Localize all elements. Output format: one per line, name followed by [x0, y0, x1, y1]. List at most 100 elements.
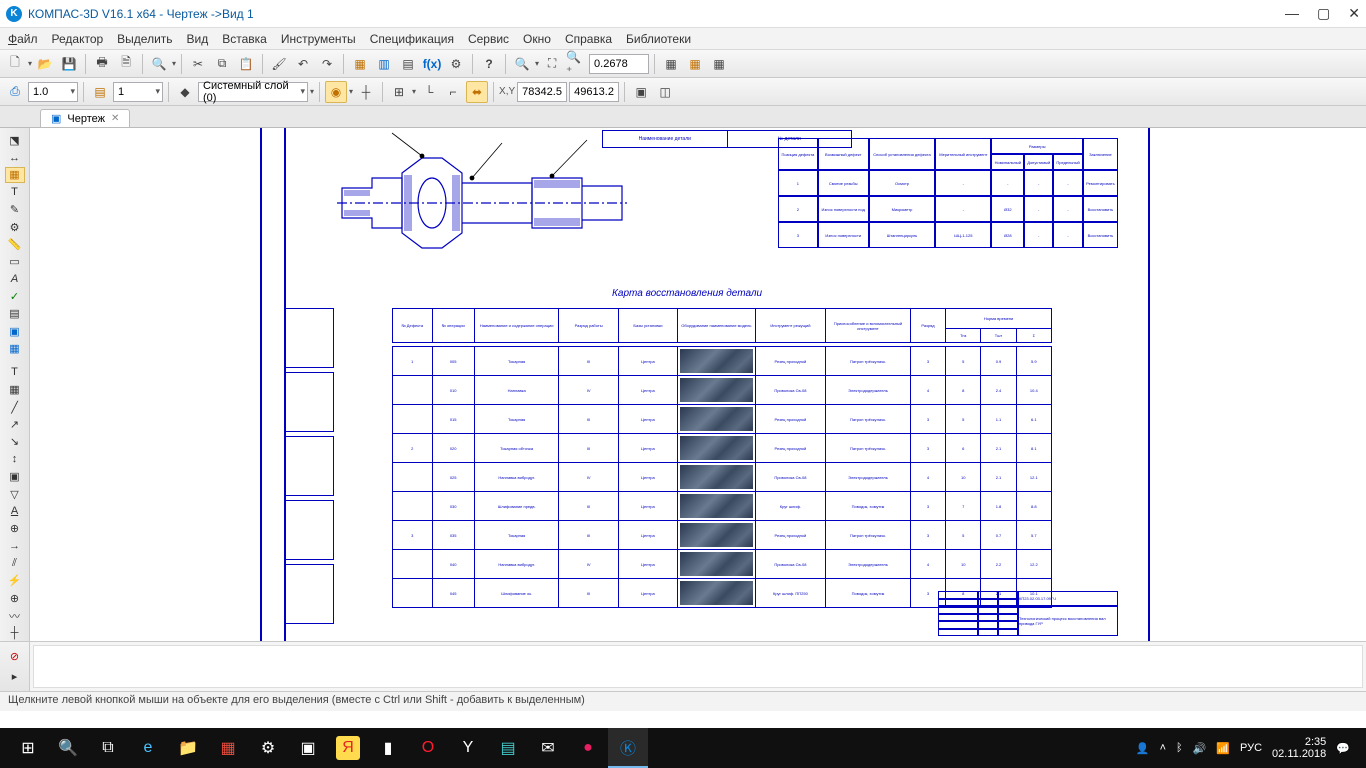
- menu-help[interactable]: Справка: [565, 32, 612, 46]
- track-icon[interactable]: ⬌: [466, 81, 488, 103]
- lang-indicator[interactable]: РУС: [1240, 742, 1262, 754]
- perp-icon[interactable]: ⌐: [442, 81, 464, 103]
- open-icon[interactable]: 📂: [34, 53, 56, 75]
- print-icon[interactable]: 🖶: [91, 53, 113, 75]
- start-icon[interactable]: ⊞: [8, 728, 48, 768]
- app2-icon[interactable]: ▣: [288, 728, 328, 768]
- search-icon[interactable]: 🔍: [48, 728, 88, 768]
- extra2-icon[interactable]: ◫: [654, 81, 676, 103]
- layer-color-icon[interactable]: ◆: [174, 81, 196, 103]
- settings-icon[interactable]: ⚙: [248, 728, 288, 768]
- menu-lib[interactable]: Библиотеки: [626, 32, 691, 46]
- edge-icon[interactable]: e: [128, 728, 168, 768]
- menu-file[interactable]: ФФайлайл: [8, 32, 38, 46]
- spec-icon2[interactable]: ✓: [5, 288, 25, 304]
- report-icon[interactable]: ▤: [5, 306, 25, 322]
- tray-up-icon[interactable]: ˄: [1160, 742, 1166, 754]
- app5-icon[interactable]: ✉: [528, 728, 568, 768]
- ordinal-icon[interactable]: ↕: [5, 451, 25, 467]
- t-tool-icon[interactable]: T: [5, 364, 25, 380]
- tab-drawing[interactable]: ▣ Чертеж ✕: [40, 109, 130, 127]
- table-icon[interactable]: ▦: [5, 382, 25, 398]
- menu-service[interactable]: Сервис: [468, 32, 509, 46]
- opera-icon[interactable]: O: [408, 728, 448, 768]
- prop-stop-icon[interactable]: ⊘: [5, 648, 25, 666]
- coord-x[interactable]: 78342.5: [517, 82, 567, 102]
- grid-icon[interactable]: ⊞: [388, 81, 410, 103]
- save-icon[interactable]: 💾: [58, 53, 80, 75]
- cut-icon[interactable]: ✂: [187, 53, 209, 75]
- weld-icon[interactable]: ⚡: [5, 573, 25, 589]
- param-icon[interactable]: ⚙: [5, 219, 25, 235]
- view-icon[interactable]: ▦: [5, 341, 25, 357]
- grid2-icon[interactable]: ▦: [684, 53, 706, 75]
- menu-window[interactable]: Окно: [523, 32, 551, 46]
- tab-close-icon[interactable]: ✕: [111, 113, 119, 124]
- extra1-icon[interactable]: ▣: [630, 81, 652, 103]
- rough-icon[interactable]: ▽: [5, 486, 25, 502]
- paste-icon[interactable]: 📋: [235, 53, 257, 75]
- grid1-icon[interactable]: ▦: [660, 53, 682, 75]
- line-icon[interactable]: ╱: [5, 399, 25, 415]
- menu-insert[interactable]: Вставка: [222, 32, 267, 46]
- text-icon[interactable]: T: [5, 184, 25, 200]
- fx-icon[interactable]: f(x): [421, 53, 443, 75]
- zoom-fit-icon[interactable]: ⛶: [541, 53, 563, 75]
- axis2-icon[interactable]: ┼: [5, 625, 25, 641]
- a-icon[interactable]: A: [5, 271, 25, 287]
- yandex-icon[interactable]: Я: [336, 736, 360, 760]
- var-icon[interactable]: ⚙: [445, 53, 467, 75]
- menu-editor[interactable]: Редактор: [52, 32, 104, 46]
- bt-icon[interactable]: ᛒ: [1176, 742, 1183, 754]
- taskview-icon[interactable]: ⧉: [88, 728, 128, 768]
- ortho-icon[interactable]: └: [418, 81, 440, 103]
- datum-icon[interactable]: A: [5, 503, 25, 519]
- grid3-icon[interactable]: ▦: [708, 53, 730, 75]
- scale-dropdown[interactable]: 1.0: [28, 82, 78, 102]
- select-icon[interactable]: ▭: [5, 254, 25, 270]
- view-btn[interactable]: ⎙: [4, 81, 26, 103]
- menu-select[interactable]: Выделить: [117, 32, 172, 46]
- snap-icon[interactable]: ◉: [325, 81, 347, 103]
- brush-icon[interactable]: 🖌: [268, 53, 290, 75]
- layer-num-dropdown[interactable]: 1: [113, 82, 163, 102]
- kompas-taskbar-icon[interactable]: Ⓚ: [608, 728, 648, 768]
- preview-icon[interactable]: 🗎: [115, 53, 137, 75]
- leader-icon[interactable]: ↗: [5, 416, 25, 432]
- edit-icon[interactable]: ✎: [5, 202, 25, 218]
- tol-icon[interactable]: ⊕: [5, 521, 25, 537]
- people-icon[interactable]: 👤: [1136, 742, 1150, 755]
- wifi-icon[interactable]: 📶: [1216, 742, 1230, 755]
- app1-icon[interactable]: ▦: [208, 728, 248, 768]
- geom-icon[interactable]: ⬔: [5, 132, 25, 148]
- spec2-icon[interactable]: ▤: [397, 53, 419, 75]
- leader2-icon[interactable]: ↘: [5, 434, 25, 450]
- menu-view[interactable]: Вид: [187, 32, 209, 46]
- app3-icon[interactable]: ▮: [368, 728, 408, 768]
- menu-tools[interactable]: Инструменты: [281, 32, 356, 46]
- zoom-window-icon[interactable]: 🔍: [511, 53, 533, 75]
- insert-icon[interactable]: ▣: [5, 323, 25, 339]
- coord-y[interactable]: 49613.2: [569, 82, 619, 102]
- dim-icon[interactable]: ↔: [5, 149, 25, 165]
- app4-icon[interactable]: ▤: [488, 728, 528, 768]
- cut-line-icon[interactable]: ⫽: [5, 555, 25, 571]
- spec-icon[interactable]: ▥: [373, 53, 395, 75]
- layer-dropdown[interactable]: Системный слой (0): [198, 82, 308, 102]
- arrow-icon[interactable]: →: [5, 538, 25, 554]
- undo-icon[interactable]: ↶: [292, 53, 314, 75]
- maximize-icon[interactable]: ▢: [1317, 5, 1330, 22]
- lib-icon[interactable]: ▦: [349, 53, 371, 75]
- vol-icon[interactable]: 🔊: [1193, 742, 1207, 755]
- app6-icon[interactable]: ●: [568, 728, 608, 768]
- ybrowser-icon[interactable]: Y: [448, 728, 488, 768]
- canvas[interactable]: Наименование детали № детали: [30, 128, 1366, 641]
- explorer-icon[interactable]: 📁: [168, 728, 208, 768]
- clock[interactable]: 2:35 02.11.2018: [1272, 736, 1326, 760]
- copy-icon[interactable]: ⧉: [211, 53, 233, 75]
- base-icon[interactable]: ▣: [5, 468, 25, 484]
- wave-icon[interactable]: 〰: [5, 607, 25, 623]
- minimize-icon[interactable]: —: [1285, 5, 1299, 22]
- zoom-value[interactable]: 0.2678: [589, 54, 649, 74]
- menu-spec[interactable]: Спецификация: [370, 32, 454, 46]
